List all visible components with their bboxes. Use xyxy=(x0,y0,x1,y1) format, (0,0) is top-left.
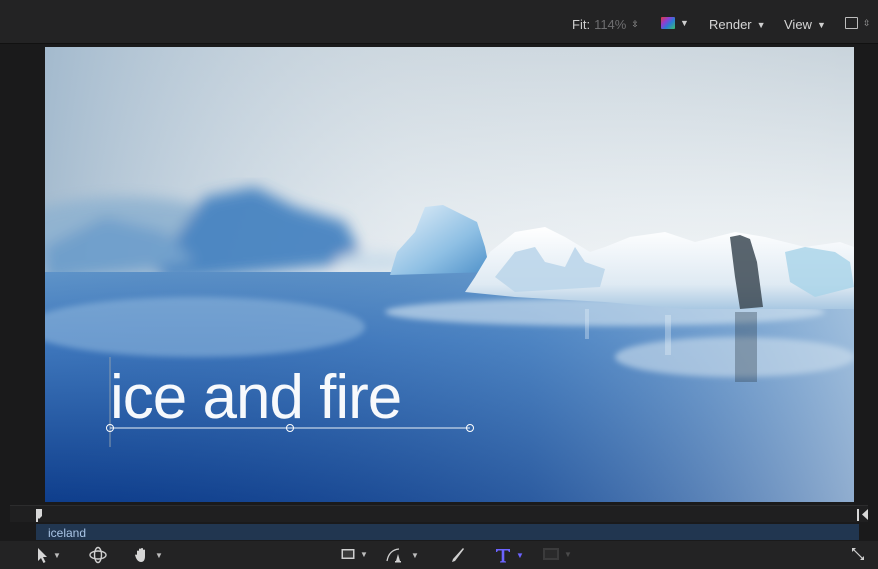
orbit-tool[interactable] xyxy=(88,546,108,564)
overlay-menu[interactable]: ⇳ xyxy=(845,17,870,29)
chevron-down-icon: ▼ xyxy=(155,550,163,560)
viewer-canvas[interactable]: ice and fire xyxy=(45,47,854,502)
view-menu[interactable]: View ▼ xyxy=(784,17,826,32)
paint-stroke-icon xyxy=(452,548,464,562)
select-tool[interactable]: ▼ xyxy=(35,546,61,564)
fit-label: Fit: xyxy=(572,17,591,32)
bezier-tool[interactable]: ▼ xyxy=(385,546,419,564)
render-label: Render xyxy=(709,17,752,32)
iceberg-photo xyxy=(45,47,854,502)
mask-icon xyxy=(543,548,559,560)
chevron-down-icon: ▼ xyxy=(680,18,689,28)
canvas-title-text[interactable]: ice and fire xyxy=(110,367,402,429)
pen-bezier-icon xyxy=(386,548,401,563)
chevron-down-icon: ▼ xyxy=(53,550,61,560)
clip-track[interactable] xyxy=(36,524,859,540)
chevron-down-icon: ▼ xyxy=(756,19,766,30)
paint-tool[interactable] xyxy=(449,546,465,564)
text-tool-icon xyxy=(496,549,510,563)
fullscreen-icon xyxy=(852,548,864,560)
color-channels-icon xyxy=(661,17,675,29)
select-arrow-icon xyxy=(38,548,47,563)
pan-tool[interactable]: ▼ xyxy=(133,546,163,564)
mini-timeline[interactable] xyxy=(10,505,868,522)
color-channels-menu[interactable]: ▼ xyxy=(661,17,689,29)
chevron-down-icon: ▼ xyxy=(564,549,572,559)
chevron-down-icon: ▼ xyxy=(816,19,826,30)
hand-pan-icon xyxy=(135,548,145,562)
orbit-icon xyxy=(89,546,107,564)
view-label: View xyxy=(784,17,812,32)
fit-value: 114% xyxy=(594,17,627,32)
viewer-toolbar: Fit: 114% ⇳ ▼ Render ▼ View ▼ ⇳ xyxy=(0,0,878,44)
fullscreen-button[interactable] xyxy=(850,546,866,562)
updown-arrows-icon: ⇳ xyxy=(863,17,870,28)
chevron-down-icon: ▼ xyxy=(516,550,524,560)
clip-label: iceland xyxy=(48,526,87,540)
render-menu[interactable]: Render ▼ xyxy=(709,17,766,32)
fit-zoom-control[interactable]: Fit: 114% ⇳ xyxy=(572,17,639,32)
text-tool[interactable]: ▼ xyxy=(494,546,524,564)
chevron-down-icon: ▼ xyxy=(411,550,419,560)
rectangle-shape-icon xyxy=(341,549,355,559)
shape-tool[interactable]: ▼ xyxy=(340,546,368,562)
play-range-end-icon[interactable] xyxy=(862,509,868,520)
tools-toolbar: ▼ ▼ ▼ ▼ ▼ ▼ xyxy=(0,541,878,569)
updown-arrows-icon: ⇳ xyxy=(631,19,638,29)
chevron-down-icon: ▼ xyxy=(360,549,368,559)
overlay-square-icon xyxy=(845,17,858,29)
mask-tool[interactable]: ▼ xyxy=(542,546,572,562)
timeline-markers xyxy=(36,509,868,522)
